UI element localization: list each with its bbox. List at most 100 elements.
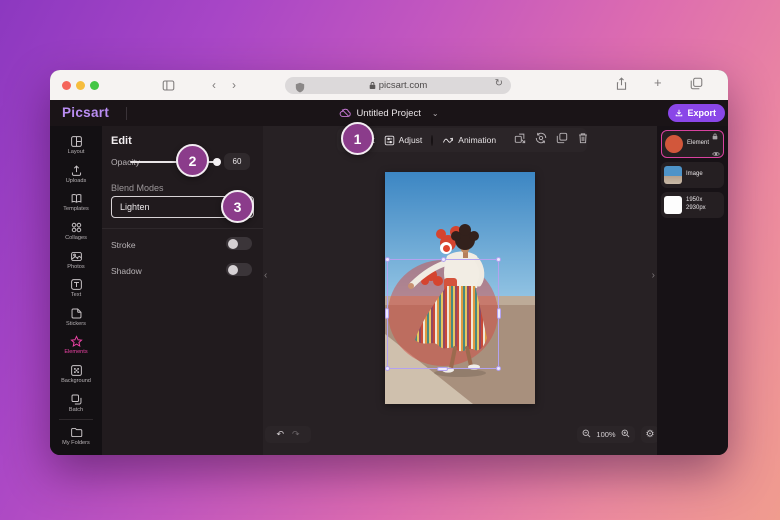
zoom-level-value[interactable]: 100% — [596, 430, 615, 439]
context-toolbar: Edit Adjust Animation — [337, 128, 587, 152]
history-bar: ↶ ↷ — [265, 426, 311, 443]
lock-layer-icon[interactable] — [712, 133, 718, 140]
stroke-label: Stroke — [111, 240, 136, 250]
lock-icon — [369, 81, 376, 90]
canvas-image[interactable] — [385, 172, 535, 404]
sidebar-item-photos[interactable]: Photos — [53, 245, 99, 274]
layer-row-canvas-size[interactable]: 1950x 2930px — [661, 192, 724, 218]
tool-sidebar: Layout Uploads Templates Collages Photos… — [50, 126, 102, 455]
opacity-value-field[interactable]: 60 — [224, 153, 250, 170]
app-header: Picsart Untitled Project ⌄ Export — [50, 100, 728, 126]
layout-icon — [70, 135, 83, 148]
color-wheel-icon[interactable] — [431, 135, 433, 146]
annotation-step-3: 3 — [221, 190, 254, 223]
selection-handle-sw[interactable] — [385, 366, 390, 371]
folder-icon — [70, 426, 83, 439]
sidebar-item-elements[interactable]: Elements — [53, 331, 99, 360]
stroke-toggle-knob — [228, 239, 238, 249]
sidebar-item-my-folders[interactable]: My Folders — [53, 422, 99, 451]
elements-star-icon — [70, 335, 83, 348]
sidebar-item-stickers[interactable]: Stickers — [53, 303, 99, 332]
zoom-out-icon[interactable] — [582, 429, 591, 440]
arrange-layers-icon[interactable] — [514, 131, 526, 149]
stroke-toggle[interactable] — [226, 237, 252, 250]
animation-tool-button[interactable]: Animation — [442, 135, 496, 145]
close-window-button[interactable] — [62, 81, 71, 90]
gear-icon: ⚙ — [646, 429, 655, 440]
stickers-icon — [70, 307, 83, 320]
layer-row-image[interactable]: Image — [661, 162, 724, 188]
delete-trash-icon[interactable] — [577, 131, 589, 149]
selection-handle-n[interactable] — [441, 257, 446, 262]
visibility-eye-icon[interactable] — [712, 151, 720, 157]
text-icon — [70, 278, 83, 291]
selection-handle-e[interactable] — [497, 308, 501, 319]
blend-modes-label: Blend Modes — [111, 183, 164, 193]
templates-icon — [70, 192, 83, 205]
picsart-logo[interactable]: Picsart — [62, 105, 109, 120]
export-button[interactable]: Export — [668, 104, 725, 122]
background-icon — [70, 364, 83, 377]
zoom-window-button[interactable] — [90, 81, 99, 90]
sidebar-item-text[interactable]: Text — [53, 274, 99, 303]
sidebar-item-batch[interactable]: Batch — [53, 388, 99, 417]
chevron-down-icon[interactable]: ⌄ — [432, 109, 439, 118]
sidebar-item-collages[interactable]: Collages — [53, 217, 99, 246]
blend-mode-value: Lighten — [120, 202, 150, 212]
adjust-sliders-icon — [384, 135, 395, 146]
animation-icon — [442, 135, 454, 145]
sidebar-item-uploads[interactable]: Uploads — [53, 160, 99, 189]
upload-icon — [70, 164, 83, 177]
header-divider — [126, 107, 127, 120]
new-tab-button[interactable]: + — [654, 75, 662, 90]
shadow-label: Shadow — [111, 266, 142, 276]
element-layer-thumbnail — [665, 135, 683, 153]
collapse-right-panel-arrow[interactable]: › — [652, 270, 655, 281]
canvas-layer-thumbnail — [664, 196, 682, 214]
element-badge-icon[interactable] — [440, 242, 452, 254]
forward-button[interactable]: › — [232, 78, 236, 92]
sidebar-item-layout[interactable]: Layout — [53, 131, 99, 160]
shadow-toggle-knob — [228, 265, 238, 275]
back-button[interactable]: ‹ — [212, 78, 216, 92]
cloud-icon — [339, 108, 351, 118]
undo-button[interactable]: ↶ — [276, 429, 284, 440]
browser-chrome: ‹ › picsart.com ↻ + — [50, 70, 728, 100]
layer-row-icons — [712, 133, 720, 157]
redo-button[interactable]: ↷ — [292, 429, 300, 440]
privacy-shield-icon[interactable] — [295, 80, 305, 98]
share-icon[interactable] — [615, 77, 628, 96]
collapse-left-panel-arrow[interactable]: ‹ — [264, 270, 267, 281]
project-name: Untitled Project — [356, 108, 420, 119]
shadow-toggle[interactable] — [226, 263, 252, 276]
address-bar[interactable]: picsart.com ↻ — [285, 77, 511, 94]
sidebar-item-templates[interactable]: Templates — [53, 188, 99, 217]
adjust-tool-button[interactable]: Adjust — [384, 135, 423, 146]
opacity-slider-thumb[interactable] — [213, 158, 221, 166]
layer-name: Image — [686, 171, 703, 179]
sidebar-item-background[interactable]: Background — [53, 360, 99, 389]
flip-rotate-icon[interactable] — [535, 131, 547, 149]
annotation-step-1: 1 — [341, 122, 374, 155]
selection-handle-se[interactable] — [496, 366, 501, 371]
layer-row-element[interactable]: Element — [661, 130, 724, 158]
canvas-dimensions: 1950x 2930px — [686, 197, 706, 213]
sidebar-toggle-icon[interactable] — [162, 79, 175, 97]
annotation-step-2: 2 — [176, 144, 209, 177]
selection-handle-nw[interactable] — [385, 257, 390, 262]
desktop-background: ‹ › picsart.com ↻ + Picsart — [0, 0, 780, 520]
selection-bounding-box[interactable] — [387, 259, 499, 369]
selection-handle-s[interactable] — [437, 367, 448, 371]
tab-overview-icon[interactable] — [690, 77, 703, 95]
selection-handle-w[interactable] — [385, 308, 389, 319]
selection-handle-ne[interactable] — [496, 257, 501, 262]
url-text: picsart.com — [369, 80, 428, 91]
minimize-window-button[interactable] — [76, 81, 85, 90]
zoom-in-icon[interactable] — [621, 429, 630, 440]
download-icon — [675, 109, 683, 117]
photos-icon — [70, 250, 83, 263]
collages-icon — [70, 221, 83, 234]
refresh-button[interactable]: ↻ — [495, 78, 503, 89]
duplicate-icon[interactable] — [556, 131, 568, 149]
batch-icon — [70, 393, 83, 406]
